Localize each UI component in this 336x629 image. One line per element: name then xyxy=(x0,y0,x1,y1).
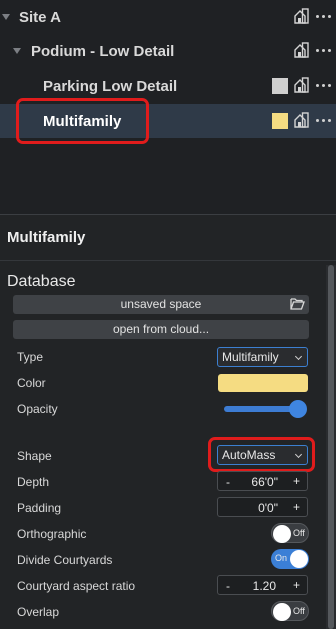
padding-value[interactable]: 0'0" xyxy=(238,501,278,515)
orthographic-label: Orthographic xyxy=(17,527,87,541)
type-select-value: Multifamily xyxy=(222,350,279,364)
open-from-cloud-button[interactable]: open from cloud... xyxy=(13,320,309,339)
color-swatch[interactable] xyxy=(272,113,288,129)
tree-item-site-a[interactable]: Site A xyxy=(0,0,336,34)
tree-item-label: Site A xyxy=(19,9,61,26)
toggle-knob xyxy=(290,550,308,568)
outliner-tree: Site A Podium - Low Detail Parking Low D… xyxy=(0,0,336,215)
toggle-state-text: Off xyxy=(293,528,305,538)
depth-stepper[interactable]: - 66'0" + xyxy=(217,471,308,491)
panel-title: Multifamily xyxy=(7,229,86,246)
increment-button[interactable]: + xyxy=(293,578,300,592)
opacity-slider-knob[interactable] xyxy=(289,400,307,418)
building-visibility-icon[interactable] xyxy=(294,112,309,128)
annotation-highlight-box xyxy=(16,98,149,144)
toggle-state-text: Off xyxy=(293,606,305,616)
courtyard-aspect-ratio-stepper[interactable]: - 1.20 + xyxy=(217,575,308,595)
building-visibility-icon[interactable] xyxy=(294,42,309,58)
toggle-knob xyxy=(273,525,291,543)
building-visibility-icon[interactable] xyxy=(294,77,309,93)
chevron-down-icon xyxy=(294,352,303,361)
decrement-button[interactable]: - xyxy=(226,475,230,489)
section-title: Database xyxy=(7,273,76,290)
toggle-state-text: On xyxy=(275,553,288,563)
collapse-caret-icon[interactable] xyxy=(2,14,10,20)
toggle-knob xyxy=(273,603,291,621)
depth-value[interactable]: 66'0" xyxy=(238,475,278,489)
tree-item-podium[interactable]: Podium - Low Detail xyxy=(0,34,336,68)
decrement-button[interactable]: - xyxy=(226,579,230,593)
padding-label: Padding xyxy=(17,501,62,515)
type-select[interactable]: Multifamily xyxy=(217,347,308,367)
depth-label: Depth xyxy=(17,475,50,489)
more-options-icon[interactable] xyxy=(316,112,332,128)
divide-courtyards-toggle[interactable]: On xyxy=(271,549,309,569)
overlap-toggle[interactable]: Off xyxy=(271,601,309,621)
courtyard-aspect-ratio-value[interactable]: 1.20 xyxy=(238,579,276,593)
courtyard-aspect-ratio-label: Courtyard aspect ratio xyxy=(17,579,136,593)
open-folder-icon[interactable] xyxy=(290,296,305,311)
opacity-slider-track[interactable] xyxy=(224,406,298,412)
color-swatch[interactable] xyxy=(272,78,288,94)
building-visibility-icon[interactable] xyxy=(294,8,309,24)
annotation-highlight-box xyxy=(208,437,315,472)
padding-stepper[interactable]: 0'0" + xyxy=(217,497,308,517)
more-options-icon[interactable] xyxy=(316,8,332,24)
tree-item-label: Podium - Low Detail xyxy=(31,43,175,60)
type-label: Type xyxy=(17,350,44,364)
increment-button[interactable]: + xyxy=(293,474,300,488)
opacity-label: Opacity xyxy=(17,402,58,416)
scrollbar-thumb[interactable] xyxy=(328,265,334,629)
color-picker-swatch[interactable] xyxy=(218,374,308,392)
shape-label: Shape xyxy=(17,449,52,463)
color-label: Color xyxy=(17,376,46,390)
overlap-label: Overlap xyxy=(17,605,60,619)
increment-button[interactable]: + xyxy=(293,500,300,514)
unsaved-space-button[interactable]: unsaved space xyxy=(13,295,309,314)
tree-item-label: Parking Low Detail xyxy=(43,78,178,95)
more-options-icon[interactable] xyxy=(316,77,332,93)
more-options-icon[interactable] xyxy=(316,42,332,58)
divide-courtyards-label: Divide Courtyards xyxy=(17,553,113,567)
title-divider xyxy=(0,260,336,261)
properties-panel: Multifamily Database unsaved space open … xyxy=(0,215,336,629)
collapse-caret-icon[interactable] xyxy=(13,48,21,54)
orthographic-toggle[interactable]: Off xyxy=(271,523,309,543)
